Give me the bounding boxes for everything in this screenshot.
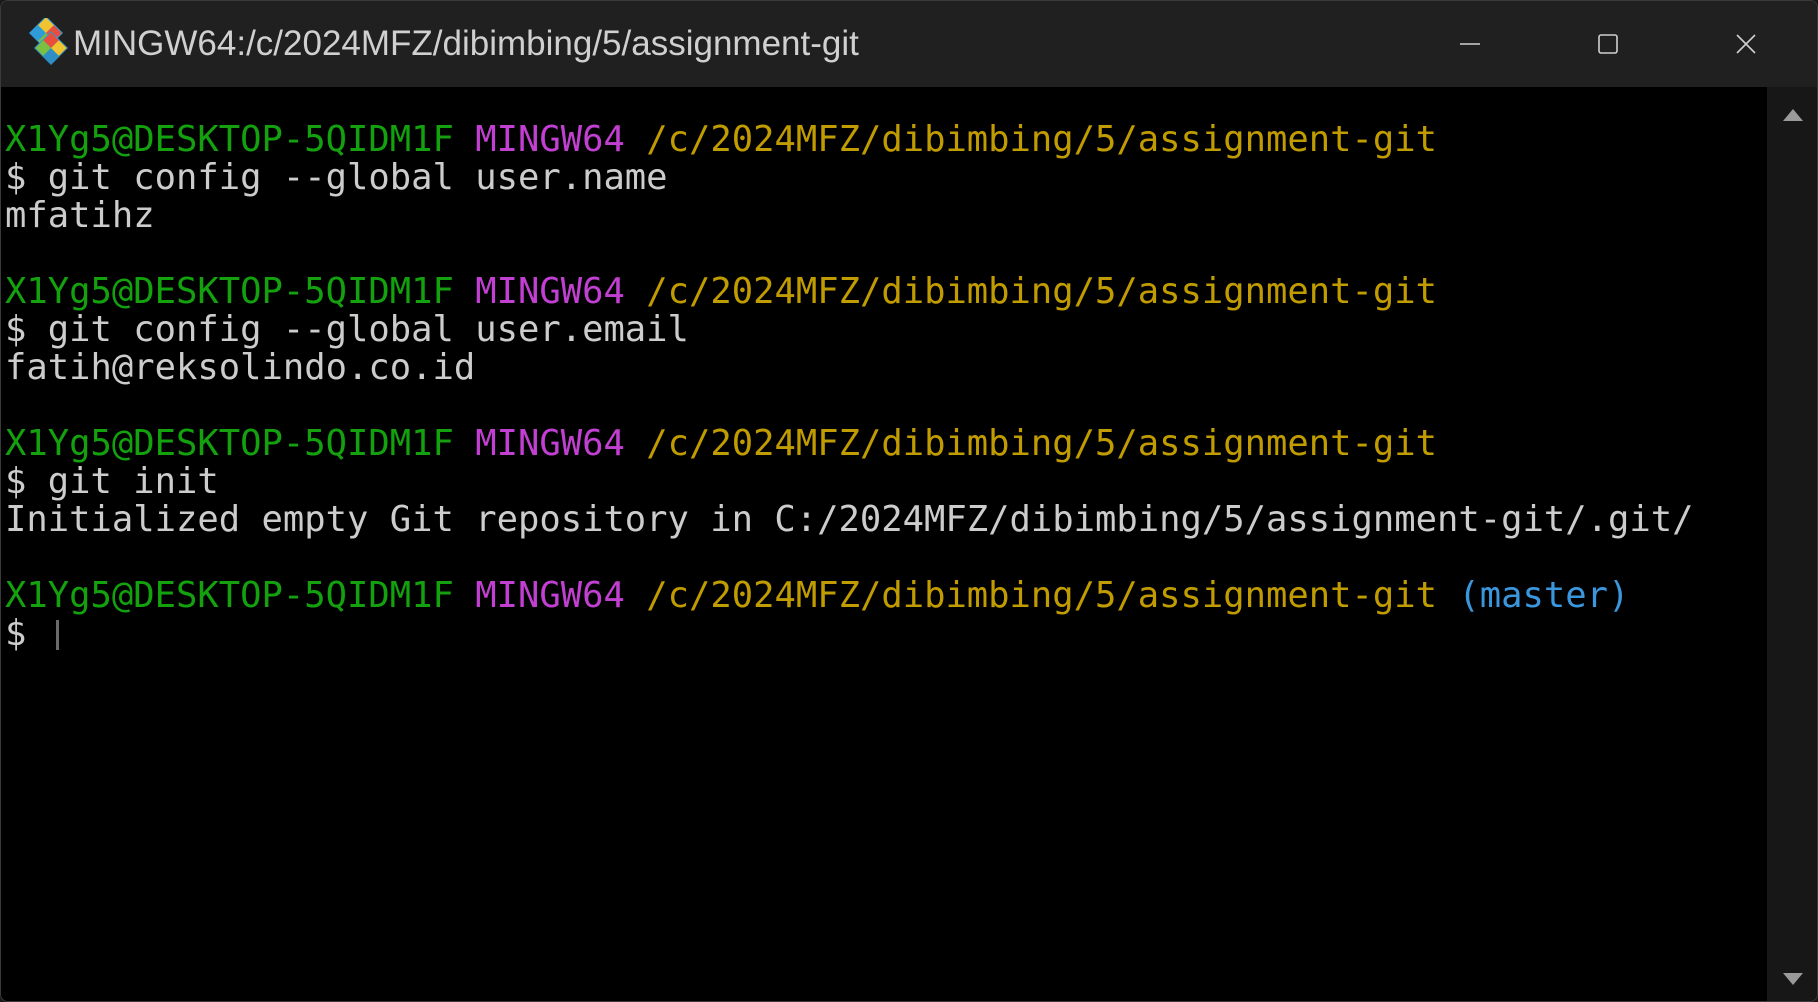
command-output: Initialized empty Git repository in C:/2… bbox=[5, 499, 1694, 540]
scroll-up-arrow-icon bbox=[1783, 109, 1803, 121]
prompt-line: X1Yg5@DESKTOP-5QIDM1F MINGW64 /c/2024MFZ… bbox=[5, 121, 1693, 159]
prompt-system: MINGW64 bbox=[475, 271, 625, 312]
maximize-icon bbox=[1598, 34, 1618, 54]
terminal-window: MINGW64:/c/2024MFZ/dibimbing/5/assignmen… bbox=[0, 0, 1818, 1002]
terminal-output-area[interactable]: X1Yg5@DESKTOP-5QIDM1F MINGW64 /c/2024MFZ… bbox=[1, 87, 1767, 1001]
close-icon bbox=[1736, 34, 1756, 54]
prompt-branch: (master) bbox=[1458, 575, 1630, 616]
prompt-user-host: X1Yg5@DESKTOP-5QIDM1F bbox=[5, 423, 454, 464]
input-line[interactable]: $ bbox=[5, 615, 1693, 653]
prompt-user-host: X1Yg5@DESKTOP-5QIDM1F bbox=[5, 119, 454, 160]
minimize-icon bbox=[1460, 43, 1480, 45]
command-line: $ git config --global user.email bbox=[5, 309, 689, 350]
vertical-scrollbar[interactable] bbox=[1767, 87, 1817, 1001]
terminal-lines: X1Yg5@DESKTOP-5QIDM1F MINGW64 /c/2024MFZ… bbox=[5, 121, 1693, 653]
prompt-line: X1Yg5@DESKTOP-5QIDM1F MINGW64 /c/2024MFZ… bbox=[5, 425, 1693, 463]
command-prompt-symbol: $ bbox=[5, 613, 48, 654]
git-bash-icon bbox=[29, 18, 68, 65]
prompt-system: MINGW64 bbox=[475, 575, 625, 616]
scroll-down-button[interactable] bbox=[1767, 959, 1817, 999]
prompt-line: X1Yg5@DESKTOP-5QIDM1F MINGW64 /c/2024MFZ… bbox=[5, 273, 1693, 311]
text-cursor bbox=[55, 620, 59, 650]
prompt-system: MINGW64 bbox=[475, 423, 625, 464]
prompt-system: MINGW64 bbox=[475, 119, 625, 160]
scroll-down-arrow-icon bbox=[1783, 973, 1803, 985]
prompt-path: /c/2024MFZ/dibimbing/5/assignment-git bbox=[646, 271, 1438, 312]
command-line: $ git init bbox=[5, 461, 219, 502]
title-bar[interactable]: MINGW64:/c/2024MFZ/dibimbing/5/assignmen… bbox=[1, 1, 1817, 87]
prompt-path: /c/2024MFZ/dibimbing/5/assignment-git bbox=[646, 423, 1438, 464]
command-line: $ git config --global user.name bbox=[5, 157, 668, 198]
prompt-user-host: X1Yg5@DESKTOP-5QIDM1F bbox=[5, 271, 454, 312]
command-output: mfatihz bbox=[5, 195, 155, 236]
maximize-button[interactable] bbox=[1539, 1, 1677, 87]
command-output: fatih@reksolindo.co.id bbox=[5, 347, 476, 388]
window-title: MINGW64:/c/2024MFZ/dibimbing/5/assignmen… bbox=[73, 24, 859, 63]
prompt-line: X1Yg5@DESKTOP-5QIDM1F MINGW64 /c/2024MFZ… bbox=[5, 577, 1693, 615]
prompt-path: /c/2024MFZ/dibimbing/5/assignment-git bbox=[646, 575, 1438, 616]
scroll-up-button[interactable] bbox=[1767, 95, 1817, 135]
prompt-user-host: X1Yg5@DESKTOP-5QIDM1F bbox=[5, 575, 454, 616]
close-button[interactable] bbox=[1677, 1, 1815, 87]
prompt-path: /c/2024MFZ/dibimbing/5/assignment-git bbox=[646, 119, 1438, 160]
minimize-button[interactable] bbox=[1401, 1, 1539, 87]
